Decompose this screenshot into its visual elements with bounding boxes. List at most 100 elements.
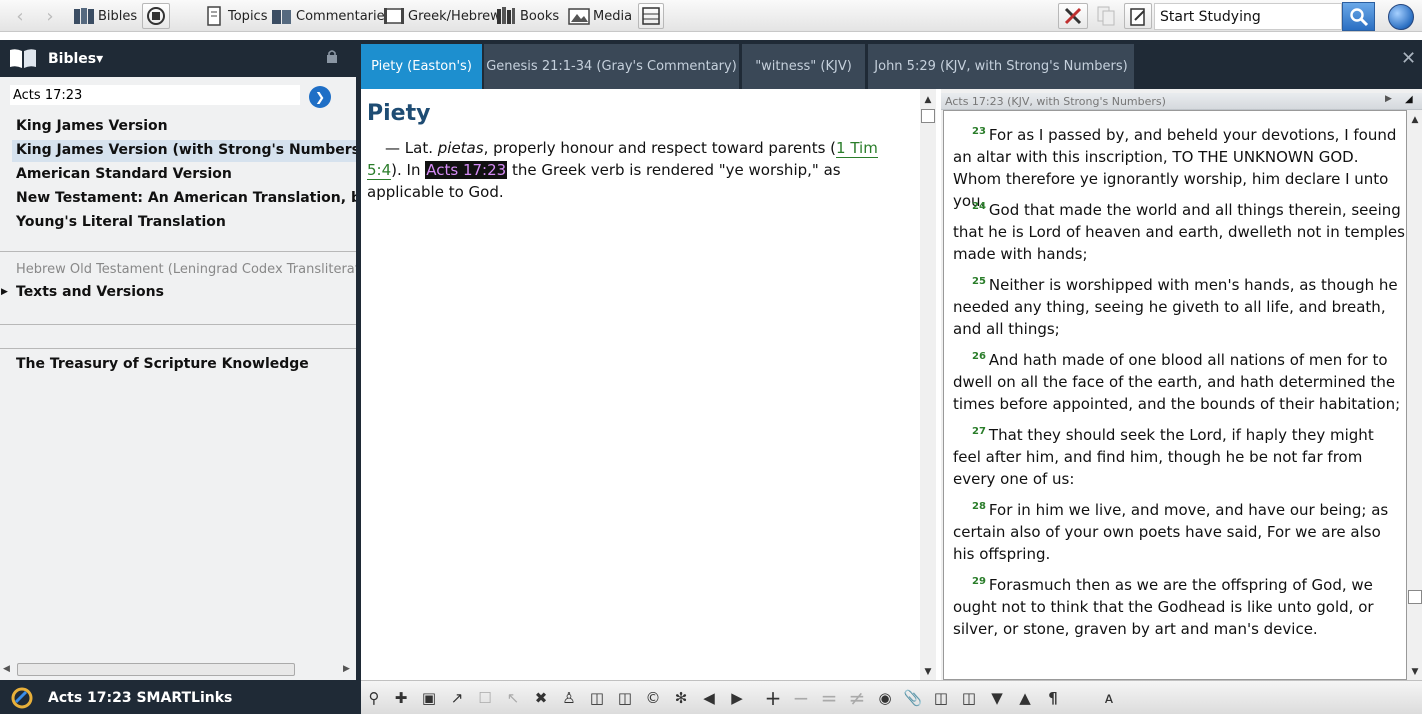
text: , properly honour and respect toward par… [483, 139, 837, 157]
version-item[interactable]: American Standard Version [12, 164, 236, 186]
close-icon[interactable]: ✕ [1401, 48, 1416, 69]
tab-john[interactable]: John 5:29 (KJV, with Strong's Numbers) [868, 44, 1134, 89]
version-item[interactable]: New Testament: An American Translation, … [12, 188, 409, 210]
scroll-down-icon[interactable]: ▼ [1407, 664, 1422, 680]
version-item[interactable]: Young's Literal Translation [12, 212, 230, 234]
tab-genesis[interactable]: Genesis 21:1-34 (Gray's Commentary) [484, 44, 739, 89]
globe-icon[interactable] [1388, 4, 1414, 30]
not-equal-icon[interactable]: ≠ [848, 686, 866, 710]
hebrew-ot-item[interactable]: Hebrew Old Testament (Leningrad Codex Tr… [16, 262, 368, 277]
scripture-scrollbar[interactable]: ▲ ▼ [1407, 110, 1422, 680]
export-icon[interactable]: ◫ [932, 689, 950, 707]
verse-number[interactable]: 23 [972, 126, 986, 137]
verse-number[interactable]: 26 [972, 351, 986, 362]
start-studying-input[interactable] [1154, 3, 1342, 30]
book-open-icon[interactable]: ◫ [588, 689, 606, 707]
paragraph-icon[interactable]: ¶ [1044, 689, 1062, 707]
zoom-page-icon[interactable]: ▣ [420, 689, 438, 707]
scroll-up-icon[interactable]: ▲ [920, 92, 936, 108]
layout-button[interactable] [638, 3, 664, 29]
reference-input[interactable] [10, 85, 300, 105]
equals-icon[interactable]: = [820, 686, 838, 710]
tools-icon[interactable]: ✖ [532, 689, 550, 707]
clipboard-pencil-icon [1128, 5, 1148, 27]
play-icon[interactable]: ▶ [1385, 94, 1392, 104]
scroll-right-icon[interactable]: ▶ [343, 664, 350, 674]
commentaries-button[interactable]: Commentaries [268, 3, 394, 29]
left-horizontal-scrollbar[interactable]: ◀ ▶ [3, 662, 353, 678]
scripture-text: 23 For as I passed by, and beheld your de… [943, 110, 1407, 680]
previous-icon[interactable]: ◀ [700, 689, 718, 707]
media-label: Media [593, 8, 633, 24]
print-icon[interactable]: ◫ [960, 689, 978, 707]
bible-tools-button[interactable] [142, 3, 170, 29]
topics-icon [203, 5, 225, 27]
expand-triangle-icon[interactable]: ▶ [1, 287, 8, 297]
verse-number[interactable]: 27 [972, 426, 986, 437]
pane-menu-icon[interactable]: ◢ [1405, 94, 1413, 105]
book-next-icon[interactable]: ◫ [616, 689, 634, 707]
audio-icon[interactable]: ◉ [876, 689, 894, 707]
search-icon[interactable]: ⚲ [365, 689, 383, 707]
copy-button[interactable] [1092, 3, 1120, 29]
go-arrow-icon[interactable]: ❯ [309, 86, 331, 108]
article-scrollbar[interactable]: ▲ ▼ [920, 89, 936, 680]
smartlinks-footer[interactable]: Acts 17:23 SMARTLinks [0, 680, 356, 714]
scroll-up-icon[interactable]: ▲ [1407, 112, 1422, 128]
magnify-book-icon [146, 5, 166, 27]
text-size-icon[interactable]: ᴀ [1100, 689, 1118, 707]
back-arrow-icon[interactable]: ‹ [9, 4, 31, 28]
scroll-thumb[interactable] [1408, 590, 1422, 604]
topics-button[interactable]: Topics [200, 3, 270, 29]
layout-grid-icon [642, 5, 660, 27]
scroll-left-icon[interactable]: ◀ [3, 664, 10, 674]
verse-number[interactable]: 25 [972, 276, 986, 287]
zoom-in-icon[interactable]: + [764, 686, 782, 710]
search-button[interactable] [1342, 2, 1375, 31]
copyright-icon[interactable]: © [644, 689, 662, 707]
treasury-item[interactable]: The Treasury of Scripture Knowledge [12, 354, 313, 376]
verse-text: Forasmuch then as we are the offspring o… [953, 576, 1374, 638]
tools-button[interactable] [1058, 3, 1088, 29]
scroll-thumb[interactable] [17, 663, 295, 676]
verse-number[interactable]: 29 [972, 576, 986, 587]
verse-number[interactable]: 28 [972, 501, 986, 512]
open-link-icon[interactable]: ↗ [448, 689, 466, 707]
bookmark-disabled-icon[interactable]: ☐ [476, 689, 494, 707]
arrow-up-icon[interactable]: ▲ [1016, 689, 1034, 707]
bibles-button[interactable]: Bibles [70, 3, 140, 29]
scroll-thumb[interactable] [921, 109, 935, 123]
map-icon[interactable]: ✻ [672, 689, 690, 707]
version-item[interactable]: King James Version (with Strong's Number… [12, 140, 371, 162]
texts-and-versions-item[interactable]: Texts and Versions [12, 282, 168, 304]
verse-number[interactable]: 24 [972, 201, 986, 212]
bibles-dropdown[interactable]: Bibles▾ [48, 51, 103, 67]
highlighted-scripture-link[interactable]: Acts 17:23 [425, 161, 508, 179]
media-button[interactable]: Media [565, 3, 635, 29]
notes-button[interactable] [1124, 3, 1152, 29]
tab-bar: Piety (Easton's) Genesis 21:1-34 (Gray's… [361, 40, 1422, 89]
scroll-down-icon[interactable]: ▼ [920, 664, 936, 680]
zoom-out-icon[interactable]: − [792, 686, 810, 710]
add-search-icon[interactable]: ✚ [392, 689, 410, 707]
people-icon[interactable]: ♙ [560, 689, 578, 707]
version-item[interactable]: King James Version [12, 116, 172, 138]
verse-text: God that made the world and all things t… [953, 201, 1405, 263]
books-icon [495, 5, 517, 27]
attach-icon[interactable]: 📎 [904, 689, 923, 707]
next-icon[interactable]: ▶ [728, 689, 746, 707]
smartlinks-label: Acts 17:23 SMARTLinks [48, 690, 233, 706]
link-chain-icon [10, 686, 34, 714]
open-bible-icon [8, 46, 38, 74]
text: ). [391, 161, 402, 179]
tab-witness[interactable]: "witness" (KJV) [742, 44, 865, 89]
greek-hebrew-button[interactable]: Greek/Hebrew [380, 3, 504, 29]
lock-icon[interactable] [326, 49, 338, 67]
bibles-panel: Bibles▾ ❯ King James VersionKing James V… [0, 40, 405, 680]
books-button[interactable]: Books [492, 3, 562, 29]
forward-arrow-icon[interactable]: › [39, 4, 61, 28]
pointer-disabled-icon[interactable]: ↖ [504, 689, 522, 707]
tab-piety[interactable]: Piety (Easton's) [361, 44, 482, 89]
arrow-down-icon[interactable]: ▼ [988, 689, 1006, 707]
bible-book-icon [73, 5, 95, 27]
